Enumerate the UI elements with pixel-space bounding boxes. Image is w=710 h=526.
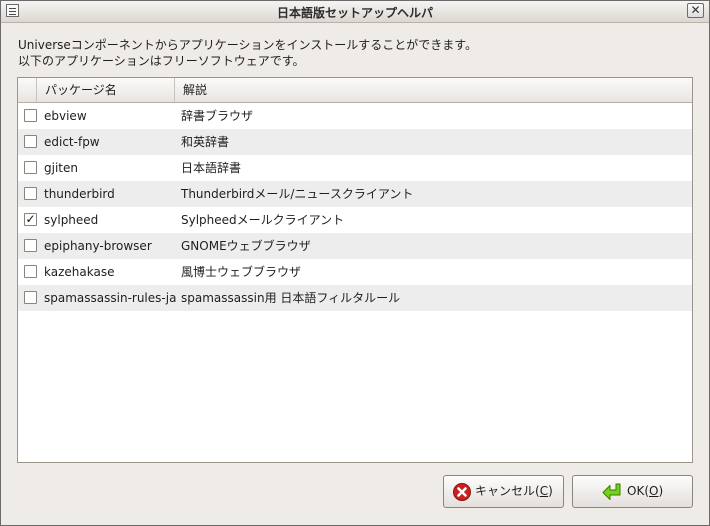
cancel-button[interactable]: キャンセル(C)	[443, 475, 564, 508]
list-item[interactable]: ✓ sylpheed Sylpheedメールクライアント	[18, 207, 692, 233]
package-name: epiphany-browser	[44, 239, 152, 253]
description: Universeコンポーネントからアプリケーションをインストールすることができま…	[18, 37, 477, 69]
ok-label: OK(O)	[627, 484, 664, 498]
package-name: edict-fpw	[44, 135, 100, 149]
list-item[interactable]: spamassassin-rules-ja spamassassin用 日本語フ…	[18, 285, 692, 311]
list-item[interactable]: ebview 辞書ブラウザ	[18, 103, 692, 129]
install-checkbox[interactable]	[24, 109, 37, 122]
package-name: sylpheed	[44, 213, 99, 227]
package-list[interactable]: パッケージ名 解説 ebview 辞書ブラウザ edict-fpw 和英辞書 g…	[17, 77, 693, 463]
list-item[interactable]: edict-fpw 和英辞書	[18, 129, 692, 155]
enter-arrow-icon	[602, 483, 621, 500]
cancel-icon	[453, 483, 471, 501]
package-description: 風博士ウェブブラウザ	[181, 265, 302, 279]
package-description: spamassassin用 日本語フィルタルール	[181, 291, 401, 305]
list-item[interactable]: kazehakase 風博士ウェブブラウザ	[18, 259, 692, 285]
list-item[interactable]: epiphany-browser GNOMEウェブブラウザ	[18, 233, 692, 259]
install-checkbox[interactable]	[24, 161, 37, 174]
package-description: 日本語辞書	[181, 161, 242, 175]
package-name: gjiten	[44, 161, 78, 175]
close-button[interactable]: ✕	[687, 3, 704, 18]
package-name: ebview	[44, 109, 87, 123]
install-checkbox[interactable]	[24, 239, 37, 252]
window-title: 日本語版セットアップヘルパ	[276, 6, 433, 20]
package-name: thunderbird	[44, 187, 115, 201]
column-header-package[interactable]: パッケージ名	[37, 78, 175, 102]
list-item[interactable]: thunderbird Thunderbirdメール/ニュースクライアント	[18, 181, 692, 207]
install-checkbox[interactable]	[24, 291, 37, 304]
package-description: Sylpheedメールクライアント	[181, 213, 345, 227]
cancel-label: キャンセル(C)	[475, 484, 553, 498]
title-bar[interactable]: 日本語版セットアップヘルパ ✕	[1, 1, 709, 23]
package-name: spamassassin-rules-ja	[44, 291, 177, 305]
install-checkbox[interactable]	[24, 135, 37, 148]
list-item[interactable]: gjiten 日本語辞書	[18, 155, 692, 181]
description-line-2: 以下のアプリケーションはフリーソフトウェアです。	[18, 54, 305, 68]
install-checkbox[interactable]: ✓	[24, 213, 37, 226]
package-description: 和英辞書	[181, 135, 230, 149]
package-description: Thunderbirdメール/ニュースクライアント	[181, 187, 414, 201]
package-description: 辞書ブラウザ	[181, 109, 254, 123]
description-line-1: Universeコンポーネントからアプリケーションをインストールすることができま…	[18, 38, 478, 52]
ok-button[interactable]: OK(O)	[572, 475, 693, 508]
install-checkbox[interactable]	[24, 265, 37, 278]
package-name: kazehakase	[44, 265, 115, 279]
package-description: GNOMEウェブブラウザ	[181, 239, 311, 253]
setup-helper-window: 日本語版セットアップヘルパ ✕ Universeコンポーネントからアプリケーショ…	[0, 0, 710, 526]
column-header-check[interactable]	[18, 78, 37, 102]
list-header: パッケージ名 解説	[18, 78, 692, 103]
install-checkbox[interactable]	[24, 187, 37, 200]
list-rows: ebview 辞書ブラウザ edict-fpw 和英辞書 gjiten 日本語辞…	[18, 103, 692, 311]
column-header-description[interactable]: 解説	[175, 78, 692, 102]
